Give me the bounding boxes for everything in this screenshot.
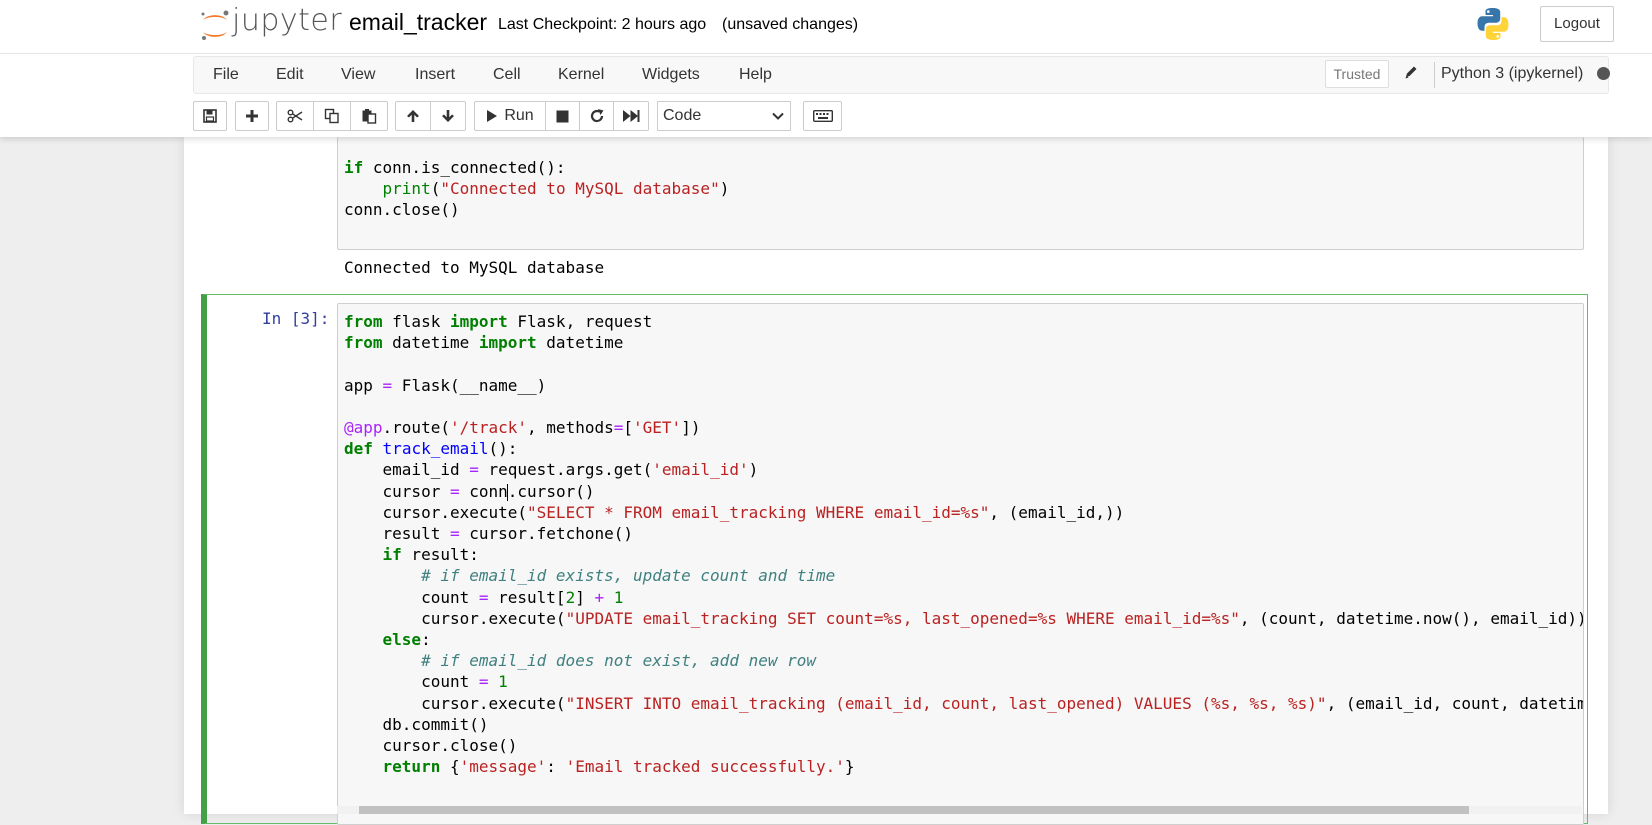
- copy-button[interactable]: [313, 101, 351, 131]
- code-line: cursor.execute("UPDATE email_tracking SE…: [344, 608, 1584, 628]
- code-cell-input[interactable]: from flask import Flask, request from da…: [337, 303, 1584, 825]
- fast-forward-icon: [623, 110, 640, 122]
- code-line: app = Flask(__name__): [344, 375, 547, 395]
- play-icon: [487, 110, 498, 122]
- code-line: conn.close(): [344, 200, 460, 220]
- menu-bar: File Edit View Insert Cell Kernel Widget…: [193, 56, 1609, 94]
- interrupt-button[interactable]: [545, 101, 580, 131]
- restart-run-all-button[interactable]: [613, 101, 649, 131]
- command-palette-button[interactable]: [803, 101, 842, 131]
- notebook-header: jupyter email_tracker Last Checkpoint: 2…: [0, 0, 1652, 137]
- menu-insert[interactable]: Insert: [415, 66, 455, 84]
- kernel-status-icon: [1597, 67, 1610, 80]
- code-line: cursor = conn.cursor(): [344, 481, 595, 501]
- code-line: @app.route('/track', methods=['GET']): [344, 418, 701, 438]
- cut-button[interactable]: [276, 101, 314, 131]
- move-down-button[interactable]: [430, 101, 466, 131]
- code-line: count = 1: [344, 672, 508, 692]
- code-line: return {'message': 'Email tracked succes…: [382, 757, 855, 777]
- code-line: print("Connected to MySQL database"): [382, 179, 730, 199]
- paste-icon: [362, 109, 377, 124]
- code-line: db.commit(): [344, 714, 489, 734]
- code-line: else:: [382, 630, 431, 650]
- header-divider: [0, 53, 1652, 54]
- horizontal-scrollbar[interactable]: [337, 806, 1582, 814]
- copy-icon: [324, 108, 339, 124]
- keyboard-icon: [812, 110, 833, 122]
- python-logo-icon: [1475, 6, 1511, 47]
- save-button[interactable]: [193, 101, 227, 131]
- kernel-divider: [1434, 62, 1435, 88]
- run-button[interactable]: Run: [474, 101, 546, 131]
- code-line: email_id = request.args.get('email_id'): [344, 460, 759, 480]
- code-line: cursor.close(): [344, 736, 518, 756]
- code-line: cursor.execute("INSERT INTO email_tracki…: [344, 693, 1584, 713]
- menu-cell[interactable]: Cell: [493, 66, 521, 84]
- autosave-status: (unsaved changes): [722, 16, 859, 33]
- menu-edit[interactable]: Edit: [276, 66, 304, 84]
- code-cell-input[interactable]: if conn.is_connected(): print("Connected…: [337, 137, 1584, 250]
- insert-cell-button[interactable]: [235, 101, 269, 131]
- menu-widgets[interactable]: Widgets: [642, 66, 700, 84]
- stop-icon: [556, 110, 569, 122]
- code-line: def track_email():: [344, 439, 518, 459]
- cell-output: Connected to MySQL database: [344, 258, 605, 277]
- trusted-indicator[interactable]: Trusted: [1325, 60, 1389, 88]
- arrow-down-icon: [442, 110, 454, 122]
- input-prompt: In [3]:: [262, 309, 330, 328]
- scrollbar-thumb[interactable]: [359, 806, 1469, 814]
- menu-help[interactable]: Help: [739, 66, 772, 84]
- restart-button[interactable]: [579, 101, 614, 131]
- code-editor[interactable]: if conn.is_connected(): print("Connected…: [344, 157, 729, 221]
- code-line: # if email_id does not exist, add new ro…: [421, 651, 817, 671]
- code-line: from flask import Flask, request: [344, 312, 653, 331]
- cut-icon: [287, 109, 303, 123]
- pencil-icon[interactable]: [1404, 64, 1418, 85]
- jupyter-logo-icon: [201, 10, 229, 40]
- notebook-name[interactable]: email_tracker: [349, 9, 487, 36]
- cell-type-value: Code: [663, 107, 702, 124]
- logout-button[interactable]: Logout: [1540, 6, 1614, 42]
- code-line: cursor.execute("SELECT * FROM email_trac…: [344, 502, 1125, 522]
- chevron-down-icon: [772, 112, 784, 120]
- code-line: from datetime import datetime: [344, 333, 624, 353]
- code-line: if result:: [382, 545, 479, 565]
- code-line: # if email_id exists, update count and t…: [421, 566, 836, 586]
- code-editor[interactable]: from flask import Flask, request from da…: [344, 311, 1584, 777]
- restart-icon: [590, 109, 603, 123]
- kernel-name[interactable]: Python 3 (ipykernel): [1441, 65, 1583, 83]
- arrow-up-icon: [407, 110, 419, 122]
- text-cursor: [507, 483, 509, 501]
- run-label: Run: [504, 107, 534, 124]
- paste-button[interactable]: [350, 101, 388, 131]
- jupyter-logo-text: jupyter: [232, 3, 343, 38]
- code-line: result = cursor.fetchone(): [344, 524, 633, 544]
- code-line: if conn.is_connected():: [344, 158, 566, 177]
- code-line: count = result[2] + 1: [344, 587, 624, 607]
- checkpoint-status: Last Checkpoint: 2 hours ago: [498, 16, 707, 33]
- cell-type-select[interactable]: Code: [657, 101, 791, 131]
- menu-file[interactable]: File: [213, 66, 239, 84]
- plus-icon: [246, 110, 258, 122]
- menu-view[interactable]: View: [341, 66, 375, 84]
- menu-kernel[interactable]: Kernel: [558, 66, 604, 84]
- save-icon: [203, 109, 217, 123]
- move-up-button[interactable]: [395, 101, 431, 131]
